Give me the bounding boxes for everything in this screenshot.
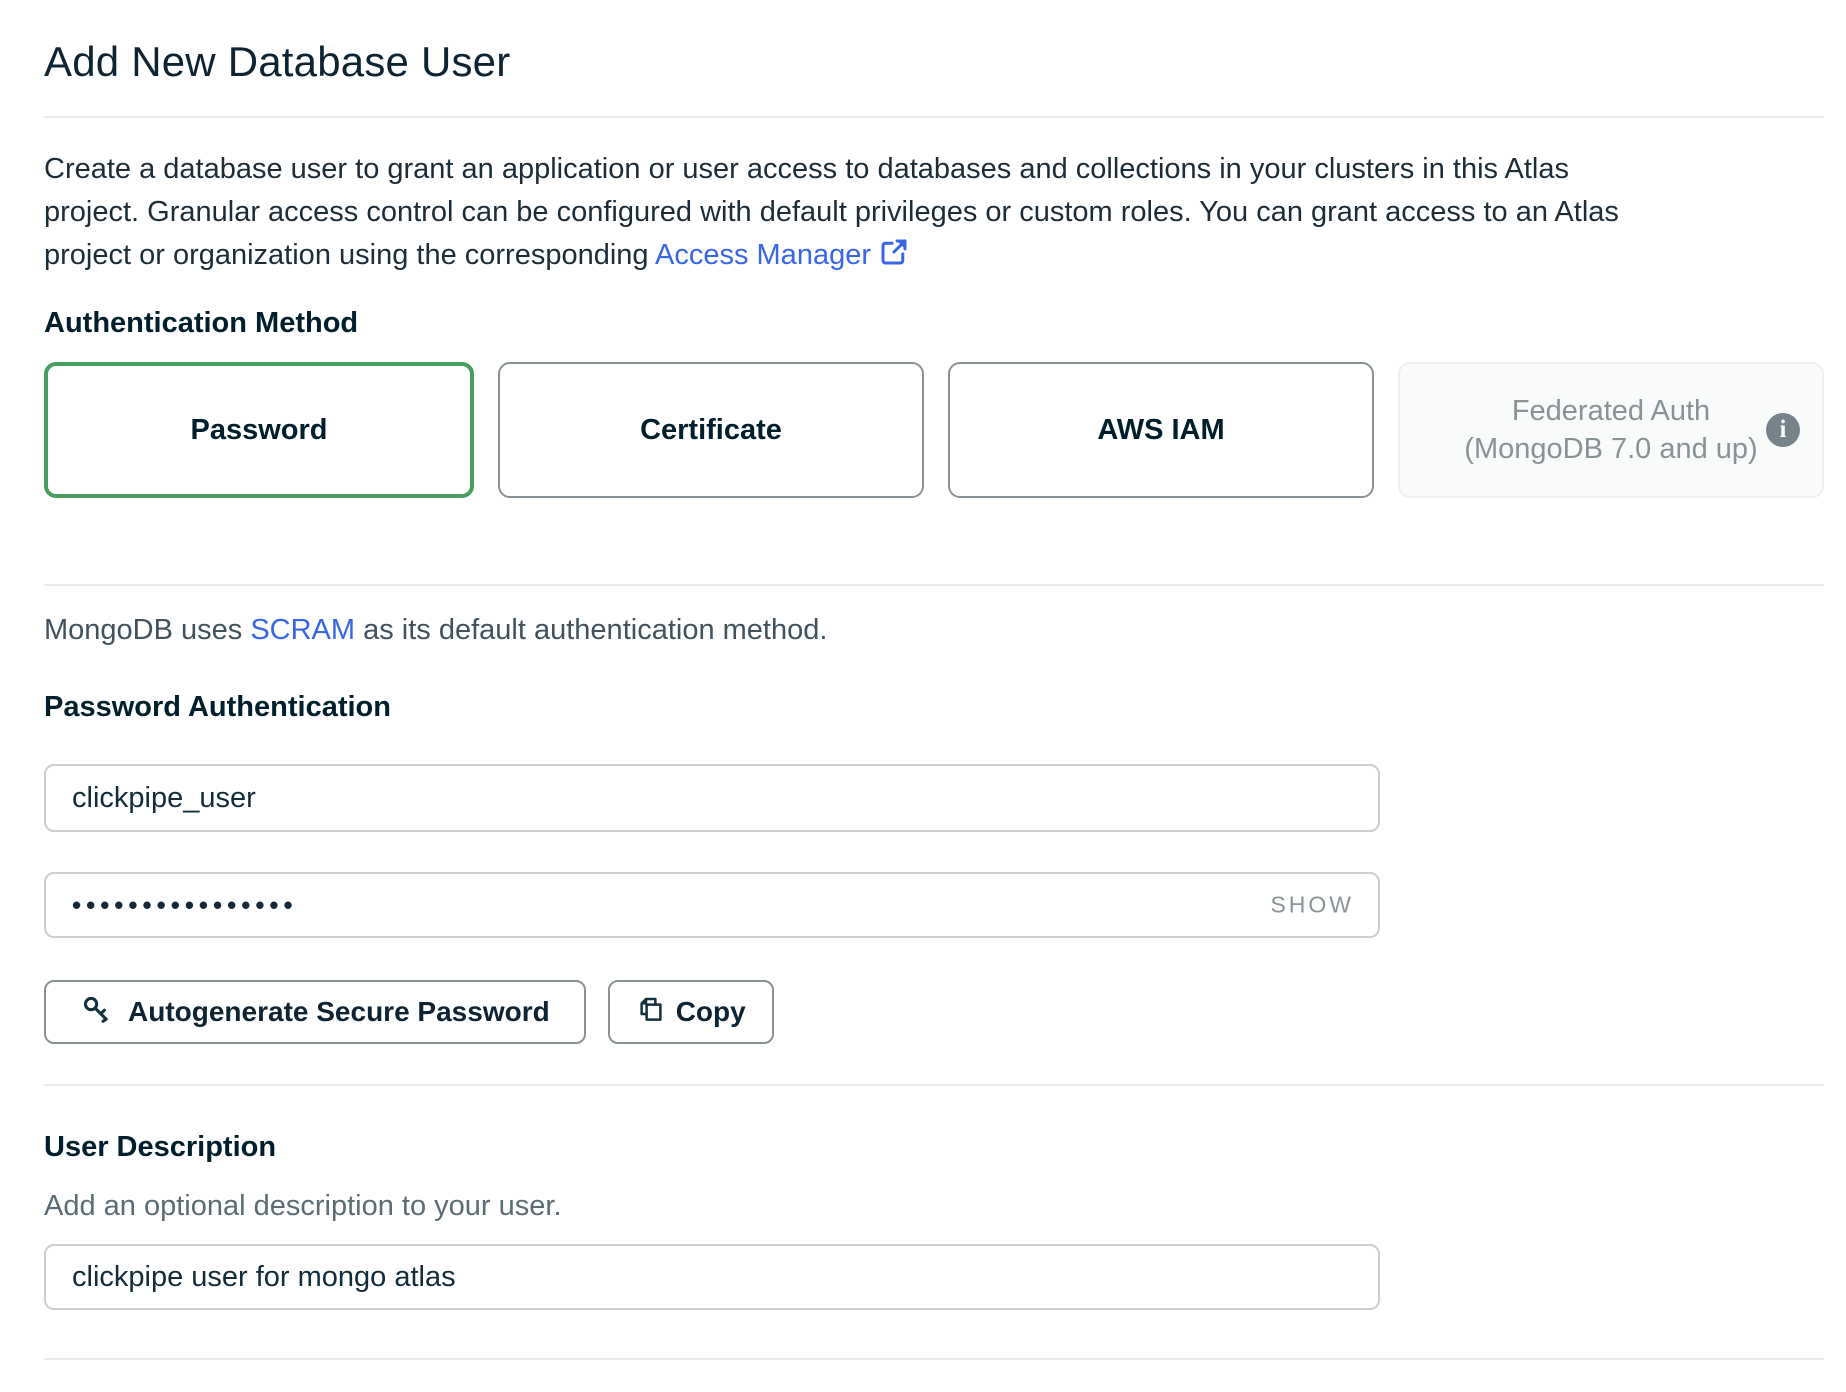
description-field-wrapper (44, 1244, 1380, 1310)
user-description-hint: Add an optional description to your user… (44, 1188, 1824, 1224)
federated-auth-line-2: (MongoDB 7.0 and up) (1464, 433, 1757, 465)
copy-password-button[interactable]: Copy (608, 980, 774, 1044)
auth-option-certificate[interactable]: Certificate (498, 362, 924, 498)
intro-line-3: project or organization using the corres… (44, 234, 1824, 280)
intro-paragraph: Create a database user to grant an appli… (44, 148, 1824, 280)
auth-option-aws-iam-label: AWS IAM (1097, 414, 1224, 447)
intro-line-2: project. Granular access control can be … (44, 191, 1824, 234)
intro-line-3-text: project or organization using the corres… (44, 239, 655, 271)
auth-option-aws-iam[interactable]: AWS IAM (948, 362, 1374, 498)
authentication-method-heading: Authentication Method (44, 306, 1824, 340)
username-field-wrapper (44, 764, 1380, 832)
scram-note-suffix: as its default authentication method. (355, 614, 827, 646)
user-description-input[interactable] (44, 1244, 1380, 1310)
user-description-heading: User Description (44, 1130, 1824, 1164)
autogenerate-password-button[interactable]: Autogenerate Secure Password (44, 980, 586, 1044)
external-link-icon (879, 237, 909, 280)
auth-option-certificate-label: Certificate (640, 414, 782, 447)
info-icon[interactable]: i (1766, 413, 1800, 447)
federated-auth-line-1: Federated Auth (1512, 395, 1710, 427)
password-actions: Autogenerate Secure Password Copy (44, 980, 1824, 1044)
autogenerate-password-label: Autogenerate Secure Password (128, 996, 550, 1028)
auth-option-password-label: Password (191, 414, 328, 447)
copy-label: Copy (676, 996, 746, 1028)
auth-method-options: Password Certificate AWS IAM Federated A… (44, 362, 1824, 498)
add-database-user-panel: Add New Database User Create a database … (0, 36, 1846, 1360)
scram-link[interactable]: SCRAM (250, 614, 355, 646)
password-input[interactable] (44, 872, 1380, 938)
show-password-button[interactable]: SHOW (1270, 892, 1354, 919)
auth-option-password[interactable]: Password (44, 362, 474, 498)
key-icon (80, 993, 112, 1032)
password-authentication-heading: Password Authentication (44, 690, 1824, 724)
copy-icon (636, 994, 666, 1031)
scram-note-prefix: MongoDB uses (44, 614, 250, 646)
divider (44, 584, 1824, 586)
username-input[interactable] (44, 764, 1380, 832)
divider (44, 1358, 1824, 1360)
intro-line-1: Create a database user to grant an appli… (44, 148, 1824, 191)
auth-option-federated-auth: Federated Auth (MongoDB 7.0 and up) i (1398, 362, 1824, 498)
page-title: Add New Database User (44, 36, 1824, 88)
divider (44, 116, 1824, 118)
scram-note: MongoDB uses SCRAM as its default authen… (44, 612, 1824, 648)
auth-option-federated-auth-label: Federated Auth (MongoDB 7.0 and up) (1464, 392, 1757, 468)
access-manager-link[interactable]: Access Manager (655, 239, 871, 271)
password-field-wrapper: SHOW (44, 872, 1380, 938)
divider (44, 1084, 1824, 1086)
